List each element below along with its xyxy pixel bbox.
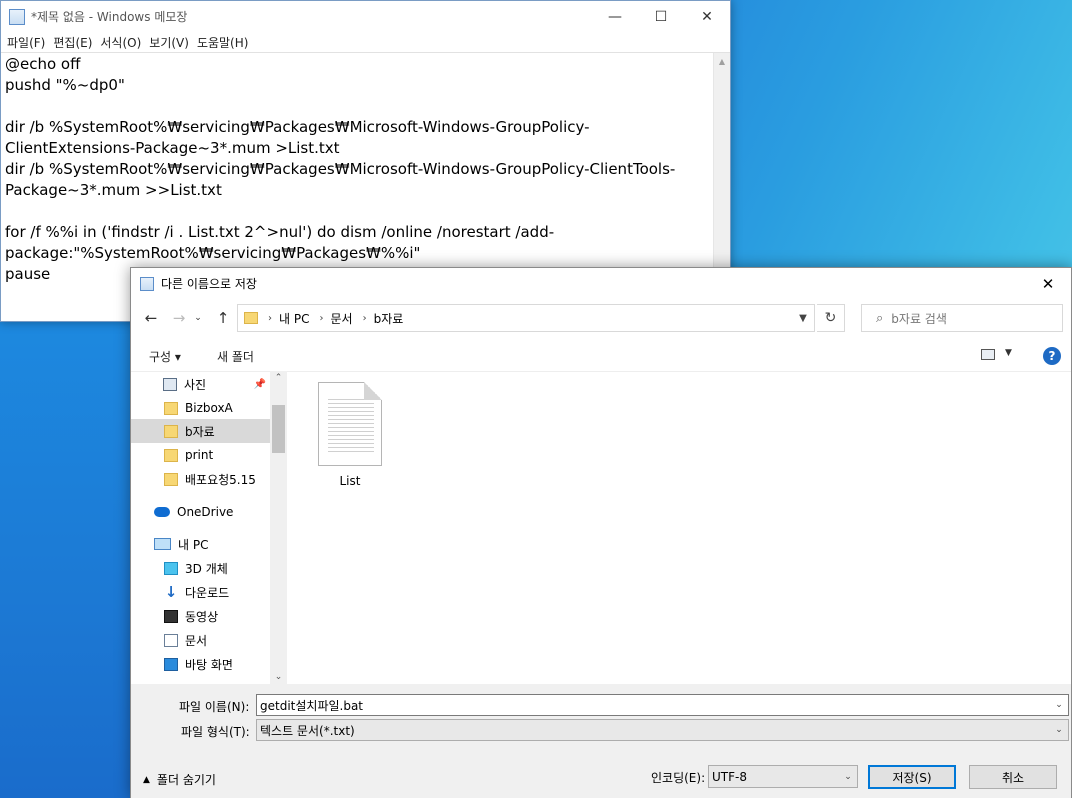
search-input[interactable]: ⌕ b자료 검색 xyxy=(861,304,1063,332)
folder-icon xyxy=(164,401,178,415)
desktop-background xyxy=(0,300,140,798)
chevron-right-icon: › xyxy=(319,312,324,324)
recent-locations-icon[interactable]: ⌄ xyxy=(191,306,205,330)
organize-button[interactable]: 구성 ▾ xyxy=(149,348,181,365)
video-icon xyxy=(164,609,178,623)
filetype-value: 텍스트 문서(*.txt) xyxy=(260,723,355,738)
up-arrow-icon[interactable]: ↑ xyxy=(211,306,235,330)
address-bar[interactable]: › 내 PC › 문서 › b자료 ▼ xyxy=(237,304,815,332)
scroll-down-icon[interactable]: ⌄ xyxy=(270,672,287,682)
nav-item-bizboxa[interactable]: BizboxA xyxy=(131,396,270,420)
file-list[interactable]: List xyxy=(287,371,1071,684)
encoding-value: UTF-8 xyxy=(712,769,747,784)
nav-item-b-material[interactable]: b자료 xyxy=(131,419,270,443)
nav-item-print[interactable]: print xyxy=(131,443,270,467)
dialog-titlebar[interactable]: 다른 이름으로 저장 ✕ xyxy=(131,268,1071,299)
encoding-label: 인코딩(E): xyxy=(651,771,706,785)
folder-icon xyxy=(164,472,178,486)
notepad-menubar: 파일(F) 편집(E) 서식(O) 보기(V) 도움말(H) xyxy=(1,32,730,52)
file-item-list[interactable]: List xyxy=(318,382,382,488)
notepad-title: *제목 없음 - Windows 메모장 xyxy=(31,10,188,24)
nav-item-videos[interactable]: 동영상 xyxy=(131,604,270,628)
filename-value[interactable]: getdit설치파일.bat xyxy=(260,697,363,714)
close-icon[interactable]: ✕ xyxy=(1025,268,1071,299)
chevron-down-icon[interactable]: ▼ xyxy=(1005,348,1012,358)
document-icon xyxy=(164,633,178,647)
notepad-icon xyxy=(140,276,154,291)
filetype-select[interactable]: 텍스트 문서(*.txt) ⌄ xyxy=(256,719,1069,741)
pin-icon[interactable]: 📌 xyxy=(254,379,266,390)
save-form: 파일 이름(N): getdit설치파일.bat ⌄ 파일 형식(T): 텍스트… xyxy=(131,684,1071,798)
search-icon: ⌕ xyxy=(876,310,884,326)
folder-icon xyxy=(164,448,178,462)
download-icon: ↓ xyxy=(164,582,178,601)
new-folder-button[interactable]: 새 폴더 xyxy=(217,348,254,365)
help-icon[interactable]: ? xyxy=(1043,347,1061,365)
cancel-button[interactable]: 취소 xyxy=(969,765,1057,789)
chevron-right-icon: › xyxy=(268,312,272,324)
nav-item-3d-objects[interactable]: 3D 개체 xyxy=(131,556,270,580)
navigation-bar: ← → ⌄ ↑ › 내 PC › 문서 › b자료 ▼ ↻ ⌕ b자료 검색 xyxy=(131,303,1071,333)
nav-pane-scrollbar[interactable]: ⌃ ⌄ xyxy=(270,371,287,684)
chevron-right-icon: › xyxy=(362,312,367,324)
scroll-up-icon[interactable]: ⌃ xyxy=(270,373,287,383)
save-as-dialog: 다른 이름으로 저장 ✕ ← → ⌄ ↑ › 내 PC › 문서 › b자료 ▼ ↻ … xyxy=(130,267,1072,798)
chevron-down-icon[interactable]: ⌄ xyxy=(1050,700,1068,710)
dialog-title: 다른 이름으로 저장 xyxy=(161,277,257,291)
pc-icon xyxy=(154,538,171,550)
scrollbar-thumb[interactable] xyxy=(272,405,285,453)
save-button[interactable]: 저장(S) xyxy=(868,765,956,789)
minimize-icon[interactable]: — xyxy=(592,1,638,32)
chevron-down-icon[interactable]: ▼ xyxy=(792,313,814,324)
text-file-icon xyxy=(318,382,382,466)
nav-item-desktop[interactable]: 바탕 화면 xyxy=(131,652,270,676)
hide-folders-toggle[interactable]: ▲ 폴더 숨기기 xyxy=(143,771,216,788)
breadcrumb-documents[interactable]: 문서 xyxy=(330,310,352,327)
nav-item-documents[interactable]: 문서 xyxy=(131,628,270,652)
back-arrow-icon[interactable]: ← xyxy=(139,306,163,330)
search-placeholder: b자료 검색 xyxy=(891,311,947,326)
nav-item-downloads[interactable]: ↓ 다운로드 xyxy=(131,580,270,604)
chevron-down-icon[interactable]: ⌄ xyxy=(1050,725,1068,735)
filename-input[interactable]: getdit설치파일.bat ⌄ xyxy=(256,694,1069,716)
cloud-icon xyxy=(154,507,170,517)
notepad-icon xyxy=(9,8,25,25)
menu-view[interactable]: 보기(V) xyxy=(145,34,193,51)
desktop-icon xyxy=(164,657,178,671)
folder-icon xyxy=(164,424,178,438)
filetype-label: 파일 형식(T): xyxy=(181,725,250,739)
close-icon[interactable]: ✕ xyxy=(684,1,730,32)
cube-icon xyxy=(164,561,178,575)
view-options-icon[interactable] xyxy=(981,349,995,360)
filename-label: 파일 이름(N): xyxy=(179,700,250,714)
scroll-up-icon[interactable]: ▲ xyxy=(714,53,730,70)
nav-item-onedrive[interactable]: OneDrive xyxy=(131,500,270,524)
breadcrumb-pc[interactable]: 내 PC xyxy=(279,310,309,327)
forward-arrow-icon[interactable]: → xyxy=(167,306,191,330)
chevron-down-icon[interactable]: ⌄ xyxy=(839,772,857,782)
notepad-titlebar[interactable]: *제목 없음 - Windows 메모장 — ☐ ✕ xyxy=(1,1,730,32)
nav-item-deploy-request[interactable]: 배포요청5.15 xyxy=(131,467,270,491)
menu-help[interactable]: 도움말(H) xyxy=(193,34,253,51)
breadcrumb-current[interactable]: b자료 xyxy=(374,310,404,327)
refresh-icon[interactable]: ↻ xyxy=(817,304,845,332)
nav-item-pictures[interactable]: 사진 📌 xyxy=(131,372,270,396)
maximize-icon[interactable]: ☐ xyxy=(638,1,684,32)
dialog-toolbar: 구성 ▾ 새 폴더 ▼ ? xyxy=(131,341,1071,371)
navigation-pane: 사진 📌 BizboxA b자료 print 배포요청5.15 OneDrive… xyxy=(131,371,287,684)
encoding-select[interactable]: UTF-8 ⌄ xyxy=(708,765,858,788)
file-name: List xyxy=(339,474,361,488)
menu-edit[interactable]: 편집(E) xyxy=(49,34,96,51)
menu-format[interactable]: 서식(O) xyxy=(96,34,145,51)
menu-file[interactable]: 파일(F) xyxy=(3,34,49,51)
folder-icon xyxy=(244,312,258,324)
chevron-up-icon: ▲ xyxy=(143,774,150,785)
nav-item-this-pc[interactable]: 내 PC xyxy=(131,532,270,556)
pictures-icon xyxy=(163,377,177,391)
